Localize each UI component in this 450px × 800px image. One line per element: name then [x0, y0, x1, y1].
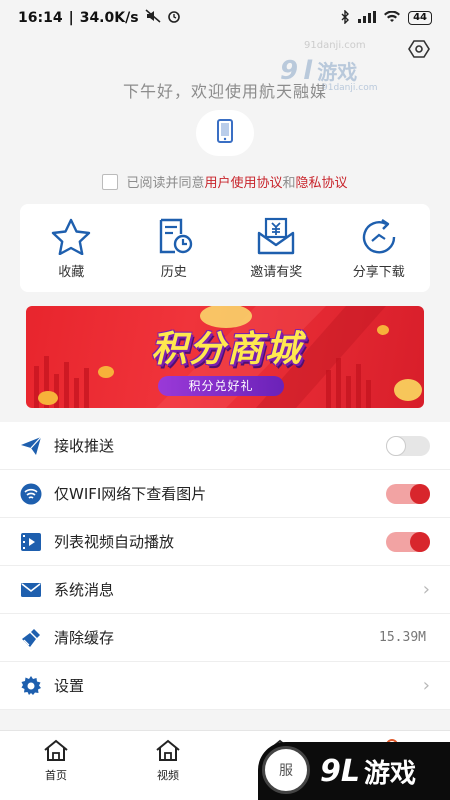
hexagon-settings-icon[interactable] — [408, 38, 430, 60]
video-icon — [20, 531, 42, 553]
star-icon — [52, 218, 91, 255]
push-toggle[interactable] — [386, 435, 430, 456]
quick-action-history[interactable]: 历史 — [129, 217, 219, 280]
history-icon — [159, 218, 192, 253]
status-bar: 16:14 | 34.0K/s 44 — [0, 0, 450, 36]
privacy-link[interactable]: 隐私协议 — [296, 176, 348, 191]
quick-action-label: 分享下载 — [352, 264, 405, 280]
watermark-url: 91danji.com — [304, 40, 366, 51]
invite-icon — [258, 217, 295, 254]
watermark-logo-bottom: 服 9 L 游戏 — [258, 742, 450, 800]
toggle-knob — [410, 531, 430, 552]
home-icon — [155, 739, 181, 764]
home-icon — [43, 739, 69, 764]
gear-icon — [20, 675, 42, 697]
menu-item-clear-cache[interactable]: 清除缓存 15.39M — [0, 614, 450, 662]
signal-icon — [358, 10, 377, 26]
bluetooth-icon — [340, 8, 350, 27]
menu-item-label: 清除缓存 — [54, 629, 115, 647]
mail-icon — [20, 579, 42, 601]
menu-item-push[interactable]: 接收推送 — [0, 422, 450, 470]
status-right: 44 — [340, 8, 432, 27]
watermark-brand: 游戏 — [317, 60, 358, 84]
status-left: 16:14 | 34.0K/s — [18, 9, 181, 27]
wifi-images-toggle[interactable] — [386, 483, 430, 504]
banner-title: 积分商城 — [150, 329, 303, 370]
quick-action-label: 历史 — [160, 264, 187, 280]
share-icon — [362, 218, 395, 253]
watermark-number: 9 — [320, 753, 341, 789]
autoplay-toggle[interactable] — [386, 531, 430, 552]
agree-prefix: 已阅读并同意 — [126, 176, 205, 191]
battery-indicator: 44 — [408, 11, 432, 25]
watermark-l: L — [340, 753, 360, 789]
quick-action-favorites[interactable]: 收藏 — [26, 217, 116, 280]
banner-subtitle: 积分兑好礼 — [158, 376, 284, 396]
menu-item-label: 列表视频自动播放 — [54, 533, 175, 551]
avatar[interactable] — [196, 110, 254, 156]
settings-menu: 接收推送 仅WIFI网络下查看图片 列表视频自动播放 系统消息 › 清除缓存 1… — [0, 422, 450, 710]
quick-action-label: 收藏 — [58, 264, 85, 280]
menu-item-label: 设置 — [54, 677, 85, 695]
agreement-row: 已阅读并同意用户使用协议和隐私协议 — [0, 172, 450, 191]
user-agreement-link[interactable]: 用户使用协议 — [204, 176, 282, 191]
watermark-url: 91danji.com — [322, 83, 378, 93]
nav-home[interactable]: 首页 — [26, 739, 86, 783]
watermark-logo-top: 9 l 游戏 91danji.com — [280, 56, 390, 96]
menu-item-autoplay[interactable]: 列表视频自动播放 — [0, 518, 450, 566]
menu-item-messages[interactable]: 系统消息 › — [0, 566, 450, 614]
watermark-l: l — [303, 56, 313, 86]
paper-plane-icon — [20, 435, 42, 457]
quick-action-label: 邀请有奖 — [250, 264, 303, 280]
agree-and: 和 — [282, 176, 296, 191]
toggle-knob — [386, 435, 406, 456]
agree-checkbox[interactable] — [102, 173, 119, 190]
phone-icon — [216, 119, 234, 147]
cache-size-value: 15.39M — [379, 630, 426, 645]
menu-item-label: 系统消息 — [54, 581, 115, 599]
watermark-circle: 服 — [262, 746, 310, 794]
quick-action-invite[interactable]: 邀请有奖 — [231, 217, 321, 280]
alarm-icon — [167, 9, 181, 27]
broom-icon — [20, 627, 42, 649]
nav-label: 视频 — [157, 769, 179, 782]
menu-item-label: 接收推送 — [54, 437, 115, 455]
nav-label: 首页 — [45, 769, 67, 782]
mute-icon — [145, 9, 161, 27]
chevron-right-icon: › — [422, 675, 430, 696]
nav-video[interactable]: 视频 — [138, 739, 198, 783]
status-divider: | — [68, 10, 74, 26]
points-mall-banner[interactable]: 积分商城 积分兑好礼 — [26, 306, 424, 408]
chevron-right-icon: › — [422, 579, 430, 600]
menu-item-label: 仅WIFI网络下查看图片 — [54, 485, 207, 503]
menu-item-settings[interactable]: 设置 › — [0, 662, 450, 710]
menu-item-wifi-images[interactable]: 仅WIFI网络下查看图片 — [0, 470, 450, 518]
wifi-status-icon — [384, 10, 401, 26]
watermark-number: 9 — [280, 56, 299, 86]
toggle-knob — [410, 483, 430, 504]
wifi-icon — [20, 483, 42, 505]
status-time: 16:14 — [18, 10, 63, 26]
quick-actions-card: 收藏 历史 邀请有奖 分享下载 — [20, 204, 430, 292]
watermark-brand: 游戏 — [364, 758, 417, 789]
quick-action-share[interactable]: 分享下载 — [334, 217, 424, 280]
status-speed: 34.0K/s — [79, 10, 139, 26]
